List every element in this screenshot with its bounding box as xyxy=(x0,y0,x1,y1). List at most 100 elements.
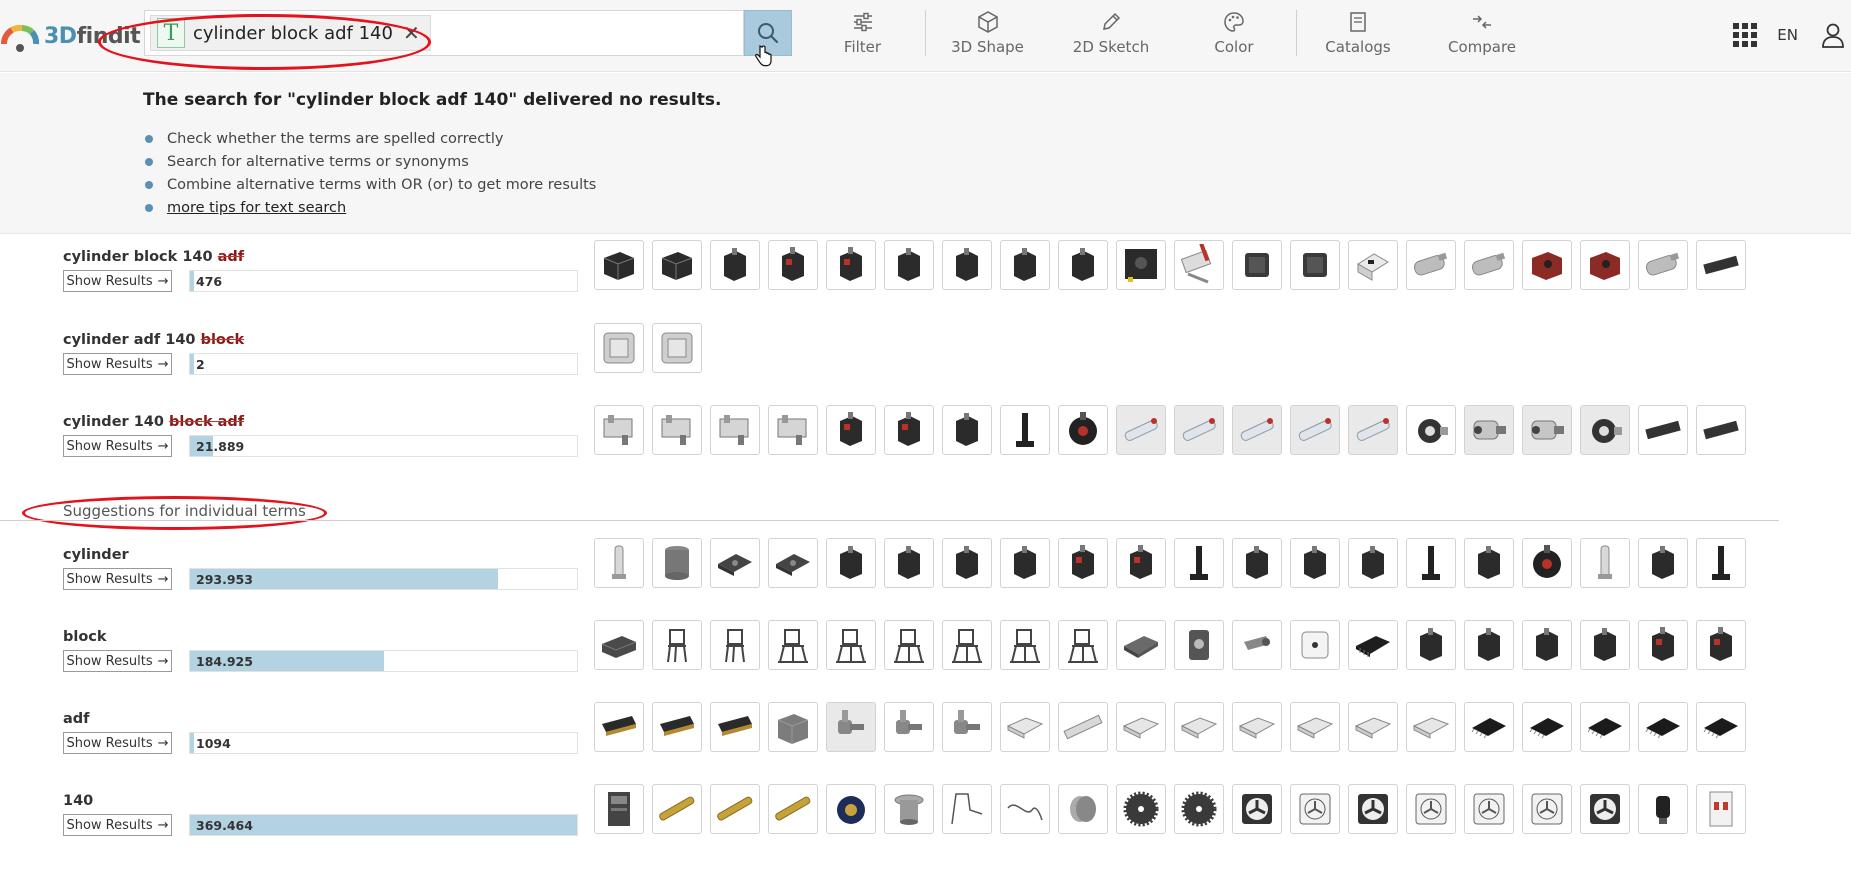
user-icon[interactable] xyxy=(1821,22,1845,48)
product-thumbnail[interactable] xyxy=(1116,620,1166,670)
product-thumbnail[interactable] xyxy=(1696,620,1746,670)
product-thumbnail[interactable] xyxy=(1058,620,1108,670)
product-thumbnail[interactable] xyxy=(1580,240,1630,290)
product-thumbnail[interactable] xyxy=(942,620,992,670)
product-thumbnail[interactable] xyxy=(1000,240,1050,290)
product-thumbnail[interactable] xyxy=(594,702,644,752)
product-thumbnail[interactable] xyxy=(1232,620,1282,670)
product-thumbnail[interactable] xyxy=(1058,240,1108,290)
product-thumbnail[interactable] xyxy=(1174,702,1224,752)
product-thumbnail[interactable] xyxy=(1638,240,1688,290)
product-thumbnail[interactable] xyxy=(1290,702,1340,752)
product-thumbnail[interactable] xyxy=(1232,240,1282,290)
product-thumbnail[interactable] xyxy=(1348,620,1398,670)
product-thumbnail[interactable] xyxy=(1696,538,1746,588)
product-thumbnail[interactable] xyxy=(1290,784,1340,834)
product-thumbnail[interactable] xyxy=(1580,784,1630,834)
product-thumbnail[interactable] xyxy=(1116,405,1166,455)
product-thumbnail[interactable] xyxy=(1348,240,1398,290)
product-thumbnail[interactable] xyxy=(1638,538,1688,588)
show-results-button[interactable]: Show Results → xyxy=(63,270,172,292)
language-selector[interactable]: EN xyxy=(1777,26,1798,44)
product-thumbnail[interactable] xyxy=(1290,240,1340,290)
apps-grid-icon[interactable] xyxy=(1733,23,1758,47)
product-thumbnail[interactable] xyxy=(1696,240,1746,290)
product-thumbnail[interactable] xyxy=(1000,620,1050,670)
product-thumbnail[interactable] xyxy=(1406,784,1456,834)
nav-color[interactable]: Color xyxy=(1214,10,1254,60)
product-thumbnail[interactable] xyxy=(826,784,876,834)
product-thumbnail[interactable] xyxy=(1522,702,1572,752)
product-thumbnail[interactable] xyxy=(1464,702,1514,752)
product-thumbnail[interactable] xyxy=(1000,702,1050,752)
product-thumbnail[interactable] xyxy=(1058,405,1108,455)
nav-3d-shape[interactable]: 3D Shape xyxy=(951,10,1024,60)
product-thumbnail[interactable] xyxy=(594,538,644,588)
product-thumbnail[interactable] xyxy=(1406,240,1456,290)
product-thumbnail[interactable] xyxy=(710,538,760,588)
product-thumbnail[interactable] xyxy=(884,784,934,834)
product-thumbnail[interactable] xyxy=(594,405,644,455)
product-thumbnail[interactable] xyxy=(1696,784,1746,834)
product-thumbnail[interactable] xyxy=(1232,784,1282,834)
product-thumbnail[interactable] xyxy=(1464,620,1514,670)
product-thumbnail[interactable] xyxy=(1290,538,1340,588)
product-thumbnail[interactable] xyxy=(1522,784,1572,834)
product-thumbnail[interactable] xyxy=(1116,538,1166,588)
product-thumbnail[interactable] xyxy=(768,405,818,455)
product-thumbnail[interactable] xyxy=(768,784,818,834)
product-thumbnail[interactable] xyxy=(652,784,702,834)
logo[interactable]: 3Dfindit xyxy=(0,18,141,54)
product-thumbnail[interactable] xyxy=(652,620,702,670)
product-thumbnail[interactable] xyxy=(826,702,876,752)
product-thumbnail[interactable] xyxy=(1174,240,1224,290)
product-thumbnail[interactable] xyxy=(594,784,644,834)
product-thumbnail[interactable] xyxy=(1696,702,1746,752)
product-thumbnail[interactable] xyxy=(1174,405,1224,455)
product-thumbnail[interactable] xyxy=(710,405,760,455)
product-thumbnail[interactable] xyxy=(652,240,702,290)
product-thumbnail[interactable] xyxy=(1522,405,1572,455)
product-thumbnail[interactable] xyxy=(1232,538,1282,588)
product-thumbnail[interactable] xyxy=(1348,538,1398,588)
product-thumbnail[interactable] xyxy=(942,538,992,588)
product-thumbnail[interactable] xyxy=(594,240,644,290)
close-icon[interactable]: ✕ xyxy=(403,21,420,45)
product-thumbnail[interactable] xyxy=(1348,405,1398,455)
product-thumbnail[interactable] xyxy=(884,405,934,455)
product-thumbnail[interactable] xyxy=(826,240,876,290)
search-input[interactable]: T cylinder block adf 140 ✕ xyxy=(144,10,744,56)
product-thumbnail[interactable] xyxy=(1406,620,1456,670)
product-thumbnail[interactable] xyxy=(652,538,702,588)
product-thumbnail[interactable] xyxy=(1580,620,1630,670)
product-thumbnail[interactable] xyxy=(1580,702,1630,752)
product-thumbnail[interactable] xyxy=(1522,620,1572,670)
product-thumbnail[interactable] xyxy=(1464,538,1514,588)
product-thumbnail[interactable] xyxy=(1406,405,1456,455)
product-thumbnail[interactable] xyxy=(768,620,818,670)
product-thumbnail[interactable] xyxy=(1116,240,1166,290)
product-thumbnail[interactable] xyxy=(1058,784,1108,834)
product-thumbnail[interactable] xyxy=(1638,620,1688,670)
product-thumbnail[interactable] xyxy=(1406,538,1456,588)
product-thumbnail[interactable] xyxy=(1348,784,1398,834)
nav-filter[interactable]: Filter xyxy=(840,10,885,60)
product-thumbnail[interactable] xyxy=(1406,702,1456,752)
product-thumbnail[interactable] xyxy=(884,240,934,290)
product-thumbnail[interactable] xyxy=(1000,784,1050,834)
product-thumbnail[interactable] xyxy=(652,323,702,373)
product-thumbnail[interactable] xyxy=(710,784,760,834)
product-thumbnail[interactable] xyxy=(1116,702,1166,752)
nav-catalogs[interactable]: Catalogs xyxy=(1325,10,1391,60)
show-results-button[interactable]: Show Results → xyxy=(63,650,172,672)
product-thumbnail[interactable] xyxy=(942,405,992,455)
product-thumbnail[interactable] xyxy=(826,620,876,670)
show-results-button[interactable]: Show Results → xyxy=(63,568,172,590)
product-thumbnail[interactable] xyxy=(826,538,876,588)
product-thumbnail[interactable] xyxy=(1522,538,1572,588)
product-thumbnail[interactable] xyxy=(942,784,992,834)
product-thumbnail[interactable] xyxy=(1580,538,1630,588)
more-tips-link[interactable]: more tips for text search xyxy=(167,200,346,216)
product-thumbnail[interactable] xyxy=(594,620,644,670)
product-thumbnail[interactable] xyxy=(1464,240,1514,290)
